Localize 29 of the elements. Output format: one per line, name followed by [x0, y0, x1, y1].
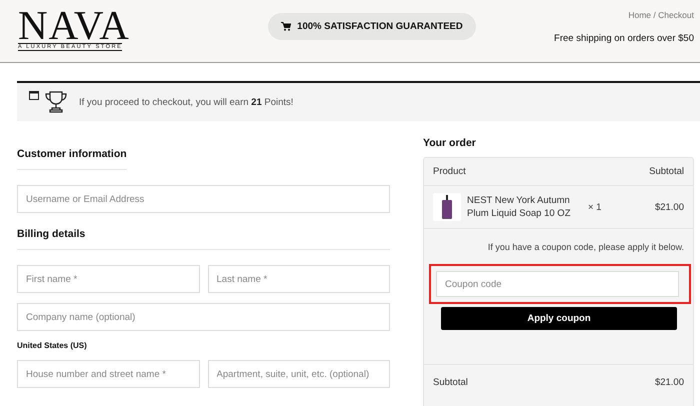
points-message: If you proceed to checkout, you will earn 21 Points!: [79, 96, 294, 108]
shipping-note: Free shipping on orders over $50: [554, 33, 694, 44]
section-heading: Billing details: [17, 227, 86, 241]
input-field[interactable]: First name *: [17, 265, 200, 293]
column-header: Subtotal: [649, 166, 684, 177]
product-quantity: × 1: [588, 202, 602, 212]
total-label: Subtotal: [433, 377, 468, 388]
coupon-field[interactable]: Coupon code: [436, 271, 679, 297]
section-heading: Your order: [423, 136, 477, 150]
window-icon: [29, 91, 39, 100]
column-header: Product: [433, 166, 466, 177]
input-field[interactable]: Last name *: [208, 265, 390, 293]
product-name: NEST New York Autumn Plum Liquid Soap 10 OZ: [467, 194, 572, 220]
apply-coupon-button[interactable]: Apply coupon: [441, 307, 677, 330]
input-field[interactable]: Apartment, suite, unit, etc. (optional): [208, 360, 390, 388]
trophy-icon: [45, 91, 67, 113]
total-value: $21.00: [654, 377, 684, 388]
section-heading: Customer information: [17, 147, 127, 161]
store-logo[interactable]: NAVA: [18, 8, 130, 42]
breadcrumb[interactable]: Home / Checkout: [628, 10, 694, 20]
cart-icon: [281, 22, 292, 31]
input-field[interactable]: Username or Email Address: [17, 185, 390, 213]
guarantee-badge: 100% SATISFACTION GUARANTEED: [268, 13, 476, 40]
input-field[interactable]: Company name (optional): [17, 303, 390, 331]
product-subtotal: $21.00: [654, 202, 684, 212]
coupon-prompt: If you have a coupon code, please apply it below.: [486, 241, 685, 252]
country-label: United States (US): [17, 341, 88, 350]
product-image: [433, 193, 461, 221]
input-field[interactable]: House number and street name *: [17, 360, 200, 388]
